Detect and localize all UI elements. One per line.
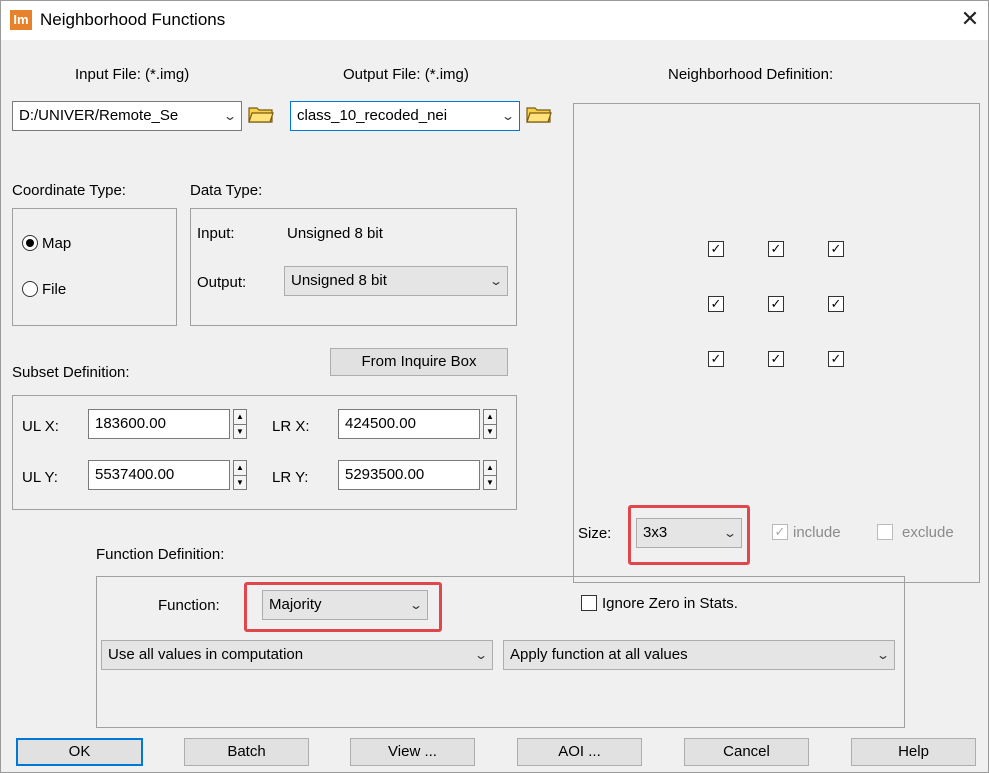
uly-label: UL Y: bbox=[22, 469, 58, 486]
exclude-label: exclude bbox=[902, 524, 954, 541]
output-file-combo[interactable]: class_10_recoded_nei ⌄ bbox=[290, 101, 520, 131]
lry-label: LR Y: bbox=[272, 469, 309, 486]
chevron-down-icon: ⌄ bbox=[222, 109, 238, 123]
file-radio[interactable] bbox=[22, 281, 38, 297]
chevron-down-icon: ⌄ bbox=[722, 526, 738, 540]
neighborhood-cell-checkbox[interactable]: ✓ bbox=[768, 296, 784, 312]
subset-definition-label: Subset Definition: bbox=[12, 364, 130, 381]
exclude-checkbox[interactable] bbox=[877, 524, 893, 540]
close-icon[interactable]: ✕ bbox=[957, 6, 983, 32]
ok-button[interactable]: OK bbox=[16, 738, 143, 766]
ignore-zero-checkbox[interactable] bbox=[581, 595, 597, 611]
chevron-down-icon: ⌄ bbox=[488, 274, 504, 288]
data-input-label: Input: bbox=[197, 225, 235, 242]
include-checkbox[interactable]: ✓ bbox=[772, 524, 788, 540]
values-combo[interactable]: Use all values in computation ⌄ bbox=[101, 640, 493, 670]
ulx-spinner[interactable]: ▲ ▼ bbox=[233, 409, 247, 439]
uly-spinner[interactable]: ▲ ▼ bbox=[233, 460, 247, 490]
file-radio-label: File bbox=[42, 281, 67, 298]
lrx-spinner[interactable]: ▲ ▼ bbox=[483, 409, 497, 439]
app-logo: Im bbox=[10, 10, 32, 30]
aoi-button[interactable]: AOI ... bbox=[517, 738, 642, 766]
output-file-label: Output File: (*.img) bbox=[343, 66, 469, 83]
input-file-value: D:/UNIVER/Remote_Se bbox=[19, 107, 179, 124]
apply-combo[interactable]: Apply function at all values ⌄ bbox=[503, 640, 895, 670]
neighborhood-cell-checkbox[interactable]: ✓ bbox=[768, 241, 784, 257]
help-button[interactable]: Help bbox=[851, 738, 976, 766]
data-output-combo[interactable]: Unsigned 8 bit ⌄ bbox=[284, 266, 508, 296]
chevron-down-icon: ⌄ bbox=[500, 109, 516, 123]
neighborhood-cell-checkbox[interactable]: ✓ bbox=[708, 296, 724, 312]
size-label: Size: bbox=[578, 525, 612, 542]
ignore-zero-label: Ignore Zero in Stats. bbox=[602, 595, 738, 612]
lry-field[interactable]: 5293500.00 bbox=[338, 460, 480, 490]
data-input-value: Unsigned 8 bit bbox=[287, 225, 383, 242]
input-file-label: Input File: (*.img) bbox=[75, 66, 190, 83]
neighborhood-cell-checkbox[interactable]: ✓ bbox=[828, 296, 844, 312]
cancel-button[interactable]: Cancel bbox=[684, 738, 809, 766]
chevron-down-icon: ⌄ bbox=[408, 598, 424, 612]
size-combo[interactable]: 3x3 ⌄ bbox=[636, 518, 742, 548]
include-label: include bbox=[793, 524, 841, 541]
data-output-value: Unsigned 8 bit bbox=[291, 272, 387, 289]
apply-option: Apply function at all values bbox=[510, 646, 688, 663]
coordinate-type-group bbox=[12, 208, 177, 326]
function-combo[interactable]: Majority ⌄ bbox=[262, 590, 428, 620]
ulx-field[interactable]: 183600.00 bbox=[88, 409, 230, 439]
data-output-label: Output: bbox=[197, 274, 247, 291]
neighborhood-cell-checkbox[interactable]: ✓ bbox=[708, 351, 724, 367]
coordinate-type-label: Coordinate Type: bbox=[12, 182, 126, 199]
view-button[interactable]: View ... bbox=[350, 738, 475, 766]
from-inquire-box-button[interactable]: From Inquire Box bbox=[330, 348, 508, 376]
neighborhood-definition-label: Neighborhood Definition: bbox=[668, 66, 834, 83]
lrx-label: LR X: bbox=[272, 418, 310, 435]
function-definition-label: Function Definition: bbox=[96, 546, 225, 563]
neighborhood-cell-checkbox[interactable]: ✓ bbox=[708, 241, 724, 257]
window-title: Neighborhood Functions bbox=[40, 10, 226, 29]
function-label: Function: bbox=[158, 597, 220, 614]
ulx-label: UL X: bbox=[22, 418, 59, 435]
neighborhood-cell-checkbox[interactable]: ✓ bbox=[828, 241, 844, 257]
input-file-combo[interactable]: D:/UNIVER/Remote_Se ⌄ bbox=[12, 101, 242, 131]
output-file-value: class_10_recoded_nei bbox=[297, 107, 448, 124]
map-radio-label: Map bbox=[42, 235, 72, 252]
map-radio[interactable] bbox=[22, 235, 38, 251]
function-value: Majority bbox=[269, 596, 322, 613]
data-type-label: Data Type: bbox=[190, 182, 263, 199]
uly-field[interactable]: 5537400.00 bbox=[88, 460, 230, 490]
neighborhood-grid: ✓ ✓ ✓ ✓ ✓ ✓ ✓ ✓ ✓ bbox=[700, 236, 860, 376]
neighborhood-cell-checkbox[interactable]: ✓ bbox=[828, 351, 844, 367]
chevron-down-icon: ⌄ bbox=[473, 648, 489, 662]
open-folder-icon[interactable] bbox=[526, 104, 552, 124]
values-option: Use all values in computation bbox=[108, 646, 304, 663]
size-value: 3x3 bbox=[643, 524, 668, 541]
open-folder-icon[interactable] bbox=[248, 104, 274, 124]
neighborhood-cell-checkbox[interactable]: ✓ bbox=[768, 351, 784, 367]
lrx-field[interactable]: 424500.00 bbox=[338, 409, 480, 439]
lry-spinner[interactable]: ▲ ▼ bbox=[483, 460, 497, 490]
batch-button[interactable]: Batch bbox=[184, 738, 309, 766]
chevron-down-icon: ⌄ bbox=[875, 648, 891, 662]
